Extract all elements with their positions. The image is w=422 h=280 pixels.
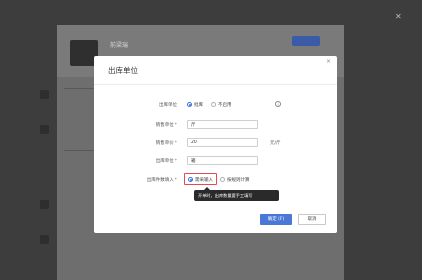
- required-mark: *: [174, 178, 177, 183]
- outbound-unit-label: 出库单位: [159, 103, 177, 108]
- close-icon[interactable]: ×: [326, 58, 331, 65]
- outbound-count-label: 出库件数填入*: [117, 177, 177, 183]
- confirm-button[interactable]: 确定 (F): [260, 214, 292, 225]
- radio-manual-input-label: 需采输入: [195, 178, 213, 183]
- outbound-unit-field-label: 出库单位*: [117, 158, 177, 164]
- radio-enable[interactable]: [187, 102, 192, 107]
- sale-price-label: 销售单价*: [117, 140, 177, 146]
- background-sidebar-icon: [40, 200, 49, 209]
- background-name: 前梁瑞: [110, 42, 129, 49]
- sale-price-field[interactable]: [187, 138, 258, 147]
- background-close-icon: ✕: [395, 12, 402, 21]
- price-unit-note: 元/斤: [270, 141, 281, 146]
- sale-unit-field[interactable]: [187, 120, 258, 129]
- outbound-count-label-text: 出库件数填入: [146, 178, 174, 183]
- modal-title: 出库单位: [108, 66, 138, 75]
- required-mark: *: [174, 123, 177, 128]
- background-action-button: [292, 36, 320, 46]
- background-sidebar-icon: [40, 125, 49, 134]
- background-sidebar-icon: [40, 90, 49, 99]
- background-sidebar-icon: [40, 235, 49, 244]
- info-icon[interactable]: i: [275, 101, 281, 107]
- radio-rule-calc[interactable]: [220, 177, 225, 182]
- sale-unit-label-text: 销售单位: [155, 123, 174, 128]
- required-mark: *: [174, 141, 177, 146]
- radio-manual-input[interactable]: [188, 177, 193, 182]
- radio-enable-label: 批库: [194, 103, 203, 108]
- outbound-unit-field[interactable]: [187, 156, 258, 165]
- radio-disable-label: 不启用: [218, 103, 232, 108]
- required-mark: *: [174, 159, 177, 164]
- outbound-unit-field-label-text: 出库单位: [155, 159, 174, 164]
- radio-rule-calc-label: 按规则计算: [227, 178, 250, 183]
- cancel-button[interactable]: 取消: [298, 214, 326, 225]
- modal-header-divider: [94, 84, 337, 85]
- tooltip: 开单时，出库数量要手工填写: [194, 187, 279, 201]
- sale-price-label-text: 销售单价: [155, 141, 174, 146]
- radio-disable[interactable]: [211, 102, 216, 107]
- sale-unit-label: 销售单位*: [117, 122, 177, 128]
